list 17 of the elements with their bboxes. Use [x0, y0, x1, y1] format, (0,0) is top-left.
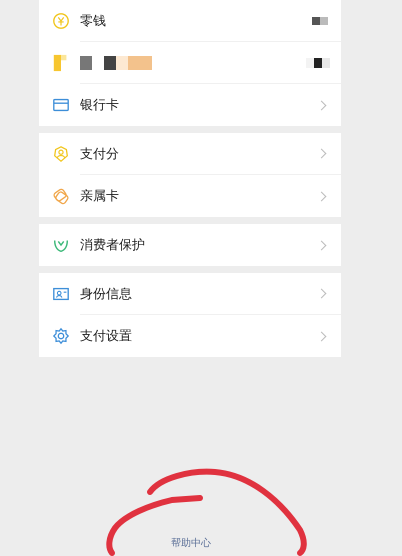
settings-icon: [52, 327, 70, 345]
menu-item[interactable]: 支付分: [80, 144, 119, 162]
id-card-icon: [52, 285, 70, 303]
menu-item[interactable]: 亲属卡: [80, 187, 119, 205]
menu-item[interactable]: 身份信息: [80, 284, 132, 302]
badge-person-icon: [52, 145, 70, 163]
redaction-mosaic: [312, 16, 328, 24]
menu-item[interactable]: 支付设置: [80, 327, 132, 345]
menu-item[interactable]: 银行卡: [80, 96, 119, 114]
linked-cards-icon: [52, 187, 70, 205]
menu-item[interactable]: 消费者保护: [80, 236, 145, 254]
redaction-mosaic: [306, 58, 330, 68]
coin-icon: [52, 12, 70, 30]
help-link[interactable]: 帮助中心: [171, 536, 211, 550]
menu-item[interactable]: 零钱: [80, 12, 106, 30]
redaction-mosaic: [80, 56, 152, 70]
card-icon: [52, 96, 70, 114]
